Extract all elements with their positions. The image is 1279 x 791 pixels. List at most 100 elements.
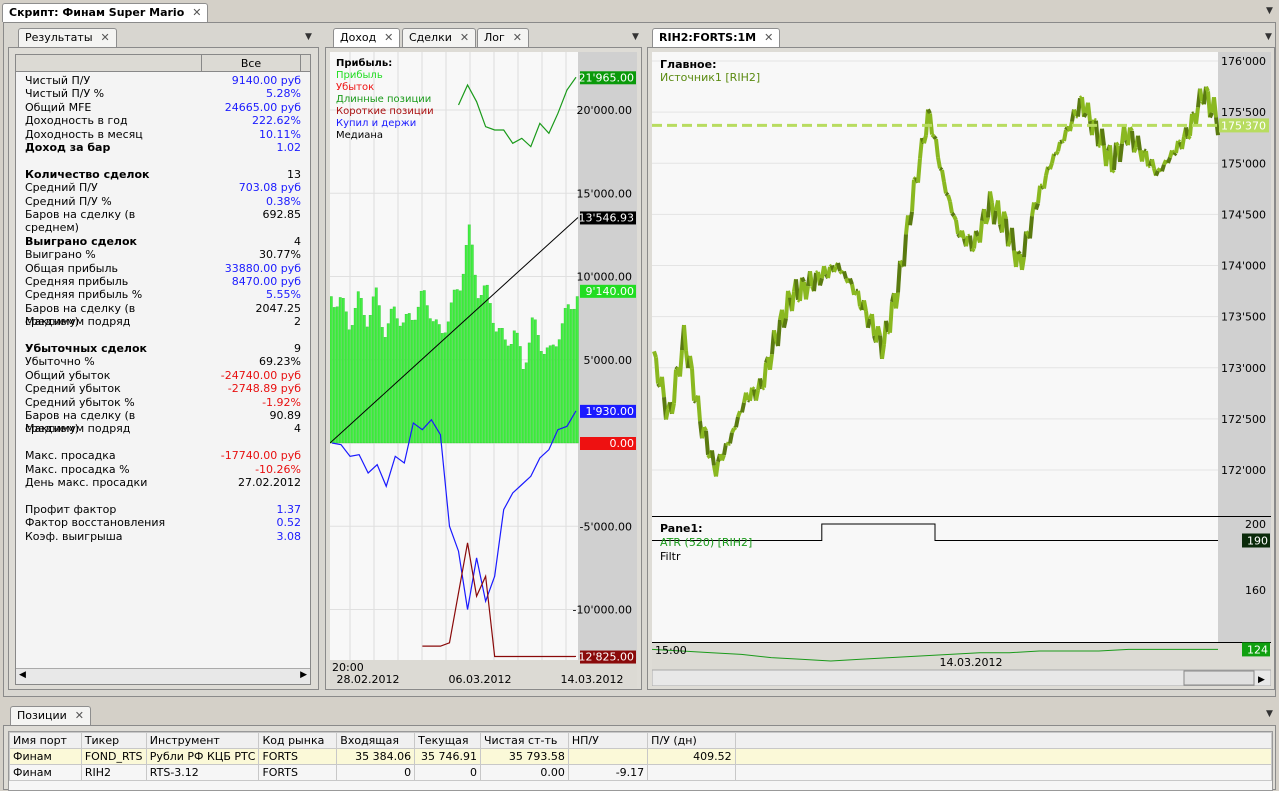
- result-value: 0.38%: [190, 195, 310, 208]
- position-cell: 0.00: [481, 765, 569, 781]
- column-header[interactable]: Имя порт: [10, 733, 82, 749]
- tab-script[interactable]: Скрипт: Финам Super Mario ✕: [2, 3, 208, 22]
- tab-positions[interactable]: Позиции ✕: [10, 706, 91, 725]
- column-header-all[interactable]: Все: [201, 55, 301, 72]
- horizontal-scrollbar[interactable]: ◀ ▶: [16, 668, 310, 684]
- result-value: 8470.00 руб: [190, 275, 310, 288]
- main-pane-legend: Главное: Источник1 [RIH2]: [660, 58, 760, 84]
- column-header[interactable]: Код рынка: [259, 733, 337, 749]
- price-bar: [1116, 143, 1118, 146]
- chevron-down-icon[interactable]: ▼: [632, 32, 639, 42]
- pane1-title: Pane1:: [660, 522, 752, 536]
- price-bar: [1058, 142, 1060, 151]
- profit-bar: [360, 298, 363, 443]
- column-header[interactable]: Чистая ст-ть: [481, 733, 569, 749]
- profit-bar: [537, 335, 540, 443]
- position-row[interactable]: ФинамFOND_RTSРубли РФ КЦБ РТСFORTS35 384…: [10, 749, 1272, 765]
- chevron-down-icon[interactable]: ▼: [305, 32, 312, 42]
- profit-bar: [381, 327, 384, 443]
- price-bar: [1036, 204, 1038, 210]
- value-badge-label: 9'140.00: [585, 285, 634, 298]
- profit-bar: [498, 328, 501, 443]
- result-label: Средний П/У: [16, 181, 190, 194]
- y-tick-label: 174'000: [1221, 260, 1266, 273]
- profit-bar: [402, 323, 405, 443]
- result-label: Чистый П/У %: [16, 87, 190, 100]
- column-header[interactable]: Текущая: [415, 733, 481, 749]
- tab-income[interactable]: Доход ✕: [333, 28, 400, 47]
- column-header[interactable]: НП/У: [568, 733, 647, 749]
- position-cell: FORTS: [259, 749, 337, 765]
- price-bar: [1206, 87, 1208, 91]
- price-bar: [728, 443, 730, 444]
- price-bar: [654, 351, 656, 357]
- scroll-right-icon[interactable]: ▶: [300, 670, 307, 680]
- column-header[interactable]: Тикер: [81, 733, 146, 749]
- equity-chart[interactable]: 20'000.0015'000.0010'000.005'000.000.00-…: [330, 52, 637, 688]
- tab-label: Результаты: [25, 31, 93, 44]
- horizontal-scrollbar[interactable]: [652, 670, 1271, 686]
- profit-bar: [576, 296, 579, 443]
- result-row: [16, 221, 310, 234]
- chevron-down-icon[interactable]: ▼: [1266, 709, 1273, 719]
- tab-label: Доход: [340, 31, 376, 44]
- price-bar: [1162, 165, 1164, 172]
- price-bar: [1056, 151, 1058, 154]
- price-bar: [868, 319, 870, 328]
- legend-item: Купил и держи: [336, 118, 434, 130]
- y-tick-label: -5'000.00: [580, 520, 632, 533]
- close-icon[interactable]: ✕: [101, 31, 110, 44]
- position-row[interactable]: ФинамRIH2RTS-3.12FORTS000.00-9.17: [10, 765, 1272, 781]
- y-tick-label: 20'000.00: [576, 104, 632, 117]
- profit-bar: [513, 331, 516, 443]
- result-value: 27.02.2012: [190, 476, 310, 489]
- scroll-left-icon[interactable]: ◀: [19, 670, 26, 680]
- price-bar: [994, 211, 996, 225]
- result-label: Макс. просадка %: [16, 463, 190, 476]
- profit-bar: [471, 245, 474, 443]
- result-label: Доход за бар: [16, 141, 190, 154]
- tab-label: Позиции: [17, 709, 67, 722]
- price-bar: [918, 158, 920, 182]
- chevron-down-icon[interactable]: ▼: [1265, 32, 1272, 42]
- tab-price-chart[interactable]: RIH2:FORTS:1M✕: [652, 28, 780, 47]
- price-bar: [890, 302, 892, 333]
- chevron-down-icon[interactable]: ▼: [1266, 6, 1273, 16]
- price-bar: [704, 427, 706, 431]
- tab-results[interactable]: Результаты ✕: [18, 28, 117, 47]
- column-header[interactable]: Входящая: [337, 733, 415, 749]
- price-chart[interactable]: 176'000175'500175'000174'500174'000173'5…: [652, 52, 1271, 686]
- close-icon[interactable]: ✕: [764, 31, 773, 44]
- close-icon[interactable]: ✕: [460, 31, 469, 44]
- tab-deals[interactable]: Сделки✕: [402, 28, 476, 47]
- result-row: Доход за бар1.02: [16, 141, 310, 154]
- pane-tick-label: 200: [1245, 518, 1266, 531]
- tab-log[interactable]: Лог✕: [477, 28, 529, 47]
- price-bar: [872, 314, 874, 336]
- price-bar: [850, 279, 852, 285]
- position-cell: 0: [337, 765, 415, 781]
- column-header[interactable]: Инструмент: [146, 733, 259, 749]
- profit-bar: [399, 326, 402, 443]
- profit-bar: [573, 309, 576, 443]
- value-badge-label: 0.00: [610, 437, 635, 450]
- result-row: Средний убыток-2748.89 руб: [16, 382, 310, 395]
- profit-bar: [534, 320, 537, 443]
- tab-label: Скрипт: Финам Super Mario: [9, 6, 184, 19]
- profit-bar: [390, 309, 393, 443]
- legend-item: Короткие позиции: [336, 106, 434, 118]
- y-tick-label: 172'500: [1221, 413, 1266, 426]
- scrollbar-thumb[interactable]: [1184, 671, 1254, 685]
- profit-bar: [465, 245, 468, 443]
- price-bar: [886, 321, 888, 332]
- close-icon[interactable]: ✕: [75, 709, 84, 722]
- column-header[interactable]: П/У (дн): [648, 733, 735, 749]
- profit-bar: [483, 286, 486, 443]
- close-icon[interactable]: ✕: [384, 31, 393, 44]
- close-icon[interactable]: ✕: [192, 6, 201, 19]
- profit-bar: [447, 322, 450, 443]
- close-icon[interactable]: ✕: [513, 31, 522, 44]
- profit-bar: [558, 340, 561, 443]
- profit-bar: [363, 315, 366, 443]
- profit-bar: [564, 308, 567, 443]
